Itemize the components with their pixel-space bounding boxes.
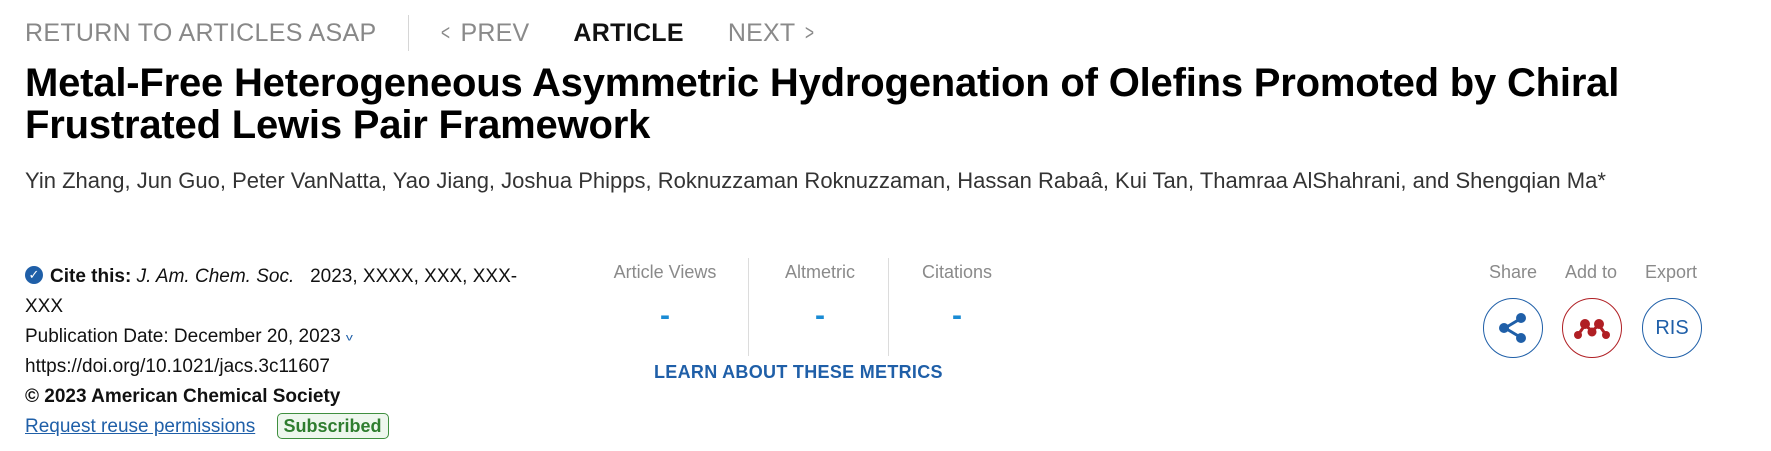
cite-details: 2023, XXXX, XXX, XXX- [310, 266, 518, 287]
cite-line: ✓ Cite this: J. Am. Chem. Soc. 2023, XXXX… [25, 262, 575, 292]
nav-divider [408, 15, 410, 51]
metric-value: - [660, 299, 670, 332]
metric-value: - [952, 299, 962, 332]
add-to-mendeley-button[interactable] [1562, 298, 1622, 358]
mendeley-icon [1574, 319, 1610, 339]
check-circle-icon: ✓ [25, 265, 43, 284]
learn-metrics-link[interactable]: LEARN ABOUT THESE METRICS [654, 362, 943, 383]
prev-label: PREV [460, 18, 530, 47]
publication-date[interactable]: Publication Date: December 20, 2023 v [25, 322, 575, 352]
export-ris-button[interactable]: RIS [1642, 298, 1702, 358]
citation-block: ✓ Cite this: J. Am. Chem. Soc. 2023, XXXX… [25, 262, 575, 442]
chevron-down-icon[interactable]: v [346, 327, 353, 348]
cite-details-cont: XXX [25, 296, 64, 317]
metric-label: Article Views [613, 262, 717, 282]
article-tab: ARTICLE [573, 18, 684, 47]
metric-label: Altmetric [784, 262, 855, 282]
chevron-right-icon: > [805, 20, 815, 45]
next-link[interactable]: NEXT > [728, 19, 817, 48]
metric-value: - [815, 299, 825, 332]
share-button[interactable] [1483, 298, 1543, 358]
cite-label: Cite this: [50, 266, 132, 287]
prev-link[interactable]: < PREV [439, 19, 529, 48]
chevron-left-icon: < [441, 20, 451, 45]
article-title: Metal-Free Heterogeneous Asymmetric Hydr… [25, 61, 1620, 147]
metric-divider [748, 258, 749, 356]
publication-date-text: Publication Date: December 20, 2023 [25, 326, 341, 347]
metric-altmetric: Altmetric - [752, 262, 888, 333]
ris-label: RIS [1655, 316, 1689, 339]
metric-article-views: Article Views - [585, 262, 745, 333]
next-label: NEXT [727, 18, 796, 47]
metric-citations: Citations - [892, 262, 1022, 333]
doi-link[interactable]: https://doi.org/10.1021/jacs.3c11607 [25, 352, 575, 382]
metric-divider [888, 258, 889, 356]
share-label: Share [1489, 262, 1538, 282]
return-to-articles-link[interactable]: RETURN TO ARTICLES ASAP [25, 19, 376, 48]
journal-name: J. Am. Chem. Soc. [136, 266, 295, 287]
share-icon [1499, 313, 1526, 343]
metric-label: Citations [921, 262, 993, 282]
subscribed-badge: Subscribed [276, 413, 389, 439]
copyright: © 2023 American Chemical Society [25, 386, 341, 407]
request-reuse-link[interactable]: Request reuse permissions [25, 416, 255, 437]
author-list[interactable]: Yin Zhang, Jun Guo, Peter VanNatta, Yao … [25, 163, 1645, 198]
addto-label: Add to [1565, 262, 1618, 282]
reuse-row: Request reuse permissions Subscribed [25, 412, 575, 442]
export-label: Export [1645, 262, 1698, 282]
article-nav: RETURN TO ARTICLES ASAP < PREV ARTICLE N… [25, 14, 816, 52]
